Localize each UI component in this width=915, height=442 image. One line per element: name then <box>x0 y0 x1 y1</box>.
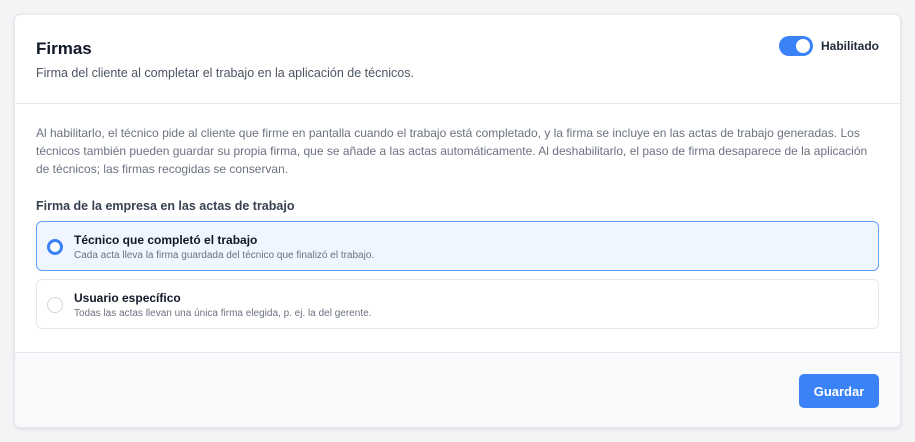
section-label: Firma de la empresa en las actas de trab… <box>36 199 295 213</box>
card-footer: Guardar <box>15 352 900 427</box>
page-subtitle: Firma del cliente al completar el trabaj… <box>36 66 414 80</box>
option-technician[interactable]: Técnico que completó el trabajo Cada act… <box>36 221 879 271</box>
toggle-knob <box>795 39 810 53</box>
option-specific-user[interactable]: Usuario específico Todas las actas lleva… <box>36 279 879 329</box>
option-title: Técnico que completó el trabajo <box>74 233 258 247</box>
signatures-settings-card: Firmas Firma del cliente al completar el… <box>14 14 901 428</box>
option-title: Usuario específico <box>74 291 181 305</box>
radio-specific-user[interactable] <box>47 297 63 313</box>
toggle-switch[interactable] <box>778 36 813 56</box>
save-button[interactable]: Guardar <box>799 374 879 408</box>
option-description: Todas las actas llevan una única firma e… <box>74 308 372 319</box>
toggle-label: Habilitado <box>820 39 879 53</box>
card-header: Firmas Firma del cliente al completar el… <box>15 15 900 104</box>
feature-description: Al habilitarlo, el técnico pide al clien… <box>36 126 868 176</box>
radio-technician[interactable] <box>47 239 63 255</box>
option-description: Cada acta lleva la firma guardada del té… <box>74 250 375 261</box>
page-title: Firmas <box>36 39 92 58</box>
card-body: Al habilitarlo, el técnico pide al clien… <box>15 104 900 352</box>
enabled-toggle[interactable]: Habilitado <box>778 36 879 56</box>
